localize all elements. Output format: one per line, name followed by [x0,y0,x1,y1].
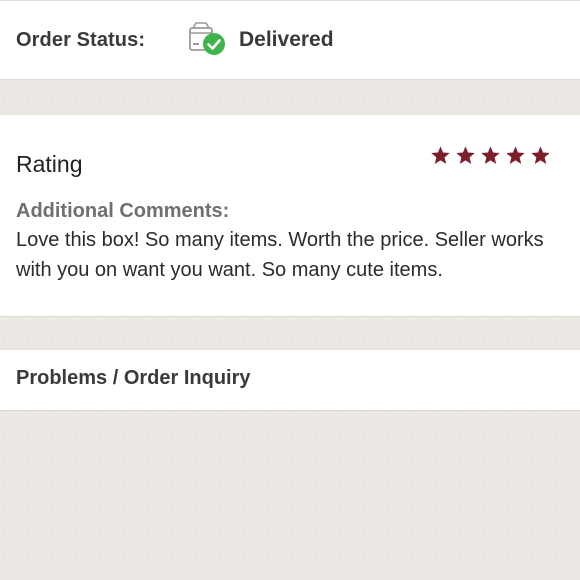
star-icon [531,146,550,164]
rating-card: Rating Additional Comments: Love this bo… [0,114,580,317]
additional-comments-text: Love this box! So many items. Worth the … [16,229,544,281]
order-status-card: Order Status: Delivered [0,0,580,80]
star-icon [506,146,525,164]
star-rating [430,145,551,166]
problems-order-inquiry-button[interactable]: Problems / Order Inquiry [0,349,580,411]
additional-comments-heading: Additional Comments: [16,200,230,222]
order-status-value: Delivered [239,28,334,51]
star-icon [456,146,475,164]
box-delivered-check-icon [187,21,227,57]
rating-title: Rating [16,151,83,177]
order-details-page: Order Status: Delivered Rating Additiona… [0,0,580,580]
star-icon [481,146,500,164]
problems-order-inquiry-label: Problems / Order Inquiry [16,367,251,389]
order-status-label: Order Status: [16,29,146,51]
star-icon [431,146,450,164]
